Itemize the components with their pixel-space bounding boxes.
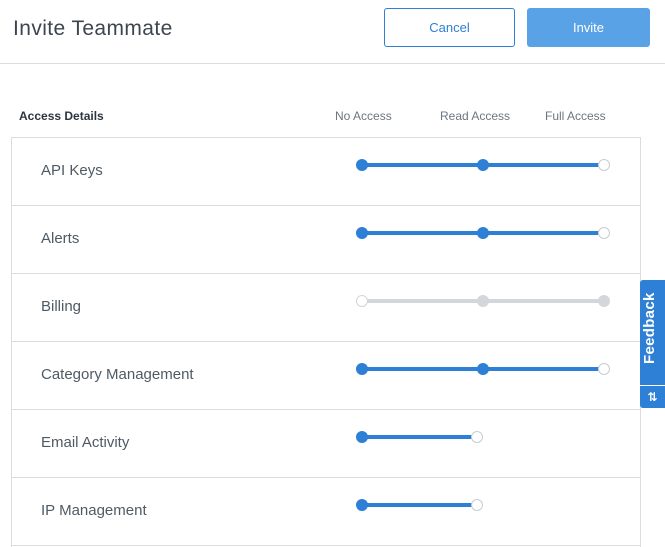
column-no-access: No Access	[335, 109, 392, 123]
slider-stop[interactable]	[477, 363, 489, 375]
modal-header: Invite Teammate Cancel Invite	[0, 0, 665, 64]
column-full-access: Full Access	[545, 109, 606, 123]
feedback-label: Feedback	[641, 292, 658, 364]
access-row-label: Email Activity	[41, 434, 130, 451]
access-details-header: Access Details No Access Read Access Ful…	[0, 108, 640, 128]
access-details-title: Access Details	[19, 109, 104, 123]
access-row-label: API Keys	[41, 162, 103, 179]
access-row-email-activity: Email Activity	[12, 410, 640, 478]
access-row-label: Alerts	[41, 230, 80, 247]
slider-stop[interactable]	[598, 363, 610, 375]
slider-stop[interactable]	[471, 499, 483, 511]
slider-track	[362, 503, 477, 507]
access-slider[interactable]	[356, 224, 612, 240]
access-row-api-keys: API Keys	[12, 138, 640, 206]
access-row-label: Category Management	[41, 366, 194, 383]
invite-button[interactable]: Invite	[527, 8, 650, 47]
slider-stop[interactable]	[471, 431, 483, 443]
access-slider[interactable]	[356, 156, 612, 172]
access-slider[interactable]	[356, 292, 612, 308]
access-table: API Keys Alerts Billing Category Managem…	[11, 137, 641, 547]
feedback-tab[interactable]: Feedback ⇅	[640, 280, 665, 408]
slider-stop[interactable]	[356, 363, 368, 375]
slider-stop[interactable]	[598, 159, 610, 171]
sort-arrows-icon: ⇅	[640, 385, 665, 408]
slider-stop[interactable]	[356, 431, 368, 443]
page-title: Invite Teammate	[13, 17, 173, 40]
access-slider[interactable]	[356, 360, 612, 376]
slider-stop[interactable]	[356, 295, 368, 307]
access-row-label: IP Management	[41, 502, 147, 519]
access-row-label: Billing	[41, 298, 82, 315]
access-row-alerts: Alerts	[12, 206, 640, 274]
slider-stop[interactable]	[477, 295, 489, 307]
access-row-category-management: Category Management	[12, 342, 640, 410]
slider-stop[interactable]	[477, 159, 489, 171]
slider-stop[interactable]	[598, 227, 610, 239]
slider-stop[interactable]	[356, 499, 368, 511]
slider-stop[interactable]	[356, 159, 368, 171]
access-row-billing: Billing	[12, 274, 640, 342]
column-read-access: Read Access	[440, 109, 511, 123]
access-row-ip-management: IP Management	[12, 478, 640, 546]
slider-stop[interactable]	[356, 227, 368, 239]
access-slider[interactable]	[356, 428, 612, 444]
cancel-button[interactable]: Cancel	[384, 8, 515, 47]
slider-stop[interactable]	[477, 227, 489, 239]
slider-stop[interactable]	[598, 295, 610, 307]
slider-track	[362, 435, 477, 439]
access-slider[interactable]	[356, 496, 612, 512]
